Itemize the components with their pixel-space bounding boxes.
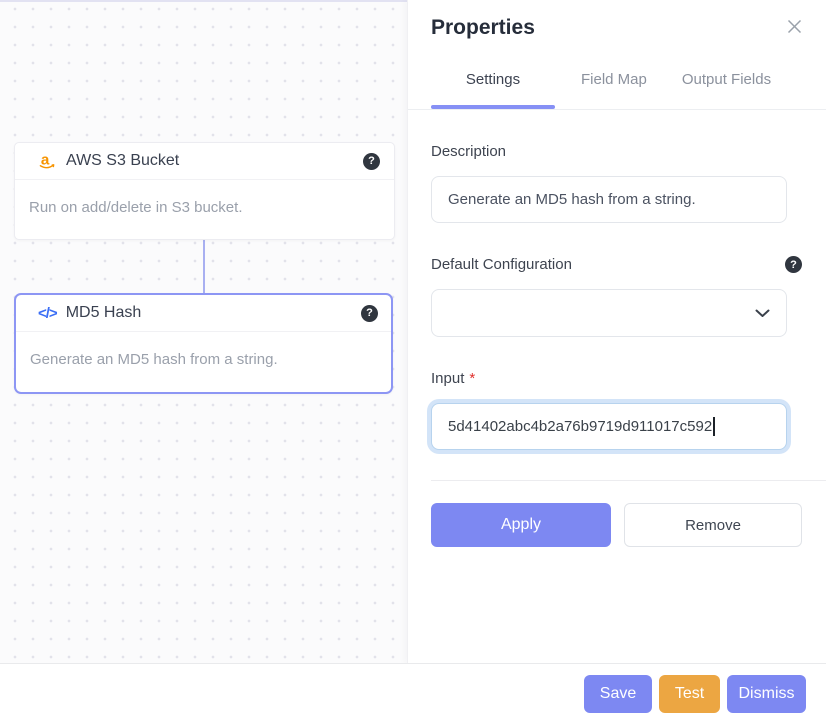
field-input: Input * 5d41402abc4b2a76b9719d911017c592 <box>431 370 802 450</box>
help-icon[interactable]: ? <box>785 256 802 273</box>
help-icon[interactable]: ? <box>361 305 378 322</box>
dismiss-button[interactable]: Dismiss <box>727 675 806 713</box>
footer-bar: Save Test Dismiss <box>0 663 826 724</box>
text-cursor <box>713 417 715 436</box>
apply-button[interactable]: Apply <box>431 503 611 547</box>
workflow-canvas[interactable]: a AWS S3 Bucket ? Run on add/delete in S… <box>0 0 407 663</box>
input-field[interactable]: 5d41402abc4b2a76b9719d911017c592 <box>431 403 787 450</box>
tab-output-fields[interactable]: Output Fields <box>682 71 771 109</box>
input-value: 5d41402abc4b2a76b9719d911017c592 <box>448 418 712 435</box>
workflow-editor: a AWS S3 Bucket ? Run on add/delete in S… <box>0 0 826 724</box>
node-header: a AWS S3 Bucket ? <box>15 143 394 180</box>
node-connector-line <box>203 239 205 294</box>
properties-panel: Properties Settings Field Map Output Fie… <box>407 0 826 663</box>
node-title: MD5 Hash <box>66 304 142 322</box>
required-marker: * <box>469 370 475 387</box>
node-description: Generate an MD5 hash from a string. <box>16 332 391 387</box>
tab-field-map[interactable]: Field Map <box>581 71 647 109</box>
node-md5-hash[interactable]: </> MD5 Hash ? Generate an MD5 hash from… <box>14 293 393 394</box>
save-button[interactable]: Save <box>584 675 652 713</box>
code-icon: </> <box>38 305 57 322</box>
aws-icon: a <box>38 151 57 171</box>
field-default-configuration: Default Configuration ? <box>431 256 802 337</box>
tab-settings[interactable]: Settings <box>431 71 555 109</box>
description-value: Generate an MD5 hash from a string. <box>448 191 696 208</box>
remove-button[interactable]: Remove <box>624 503 802 547</box>
test-button[interactable]: Test <box>659 675 720 713</box>
panel-actions: Apply Remove <box>431 503 802 547</box>
description-label: Description <box>431 143 506 160</box>
field-description: Description Generate an MD5 hash from a … <box>431 143 802 223</box>
panel-title: Properties <box>431 16 802 40</box>
panel-divider <box>431 480 826 481</box>
chevron-down-icon <box>755 309 770 318</box>
close-icon[interactable] <box>787 19 802 34</box>
description-input[interactable]: Generate an MD5 hash from a string. <box>431 176 787 223</box>
panel-tabs: Settings Field Map Output Fields <box>408 71 826 110</box>
input-label: Input <box>431 370 464 387</box>
node-header: </> MD5 Hash ? <box>16 295 391 332</box>
default-configuration-select[interactable] <box>431 289 787 337</box>
svg-text:a: a <box>41 151 50 168</box>
default-configuration-label: Default Configuration <box>431 256 572 273</box>
node-aws-s3-bucket[interactable]: a AWS S3 Bucket ? Run on add/delete in S… <box>14 142 395 240</box>
node-description: Run on add/delete in S3 bucket. <box>15 180 394 235</box>
help-icon[interactable]: ? <box>363 153 380 170</box>
node-title: AWS S3 Bucket <box>66 152 179 170</box>
